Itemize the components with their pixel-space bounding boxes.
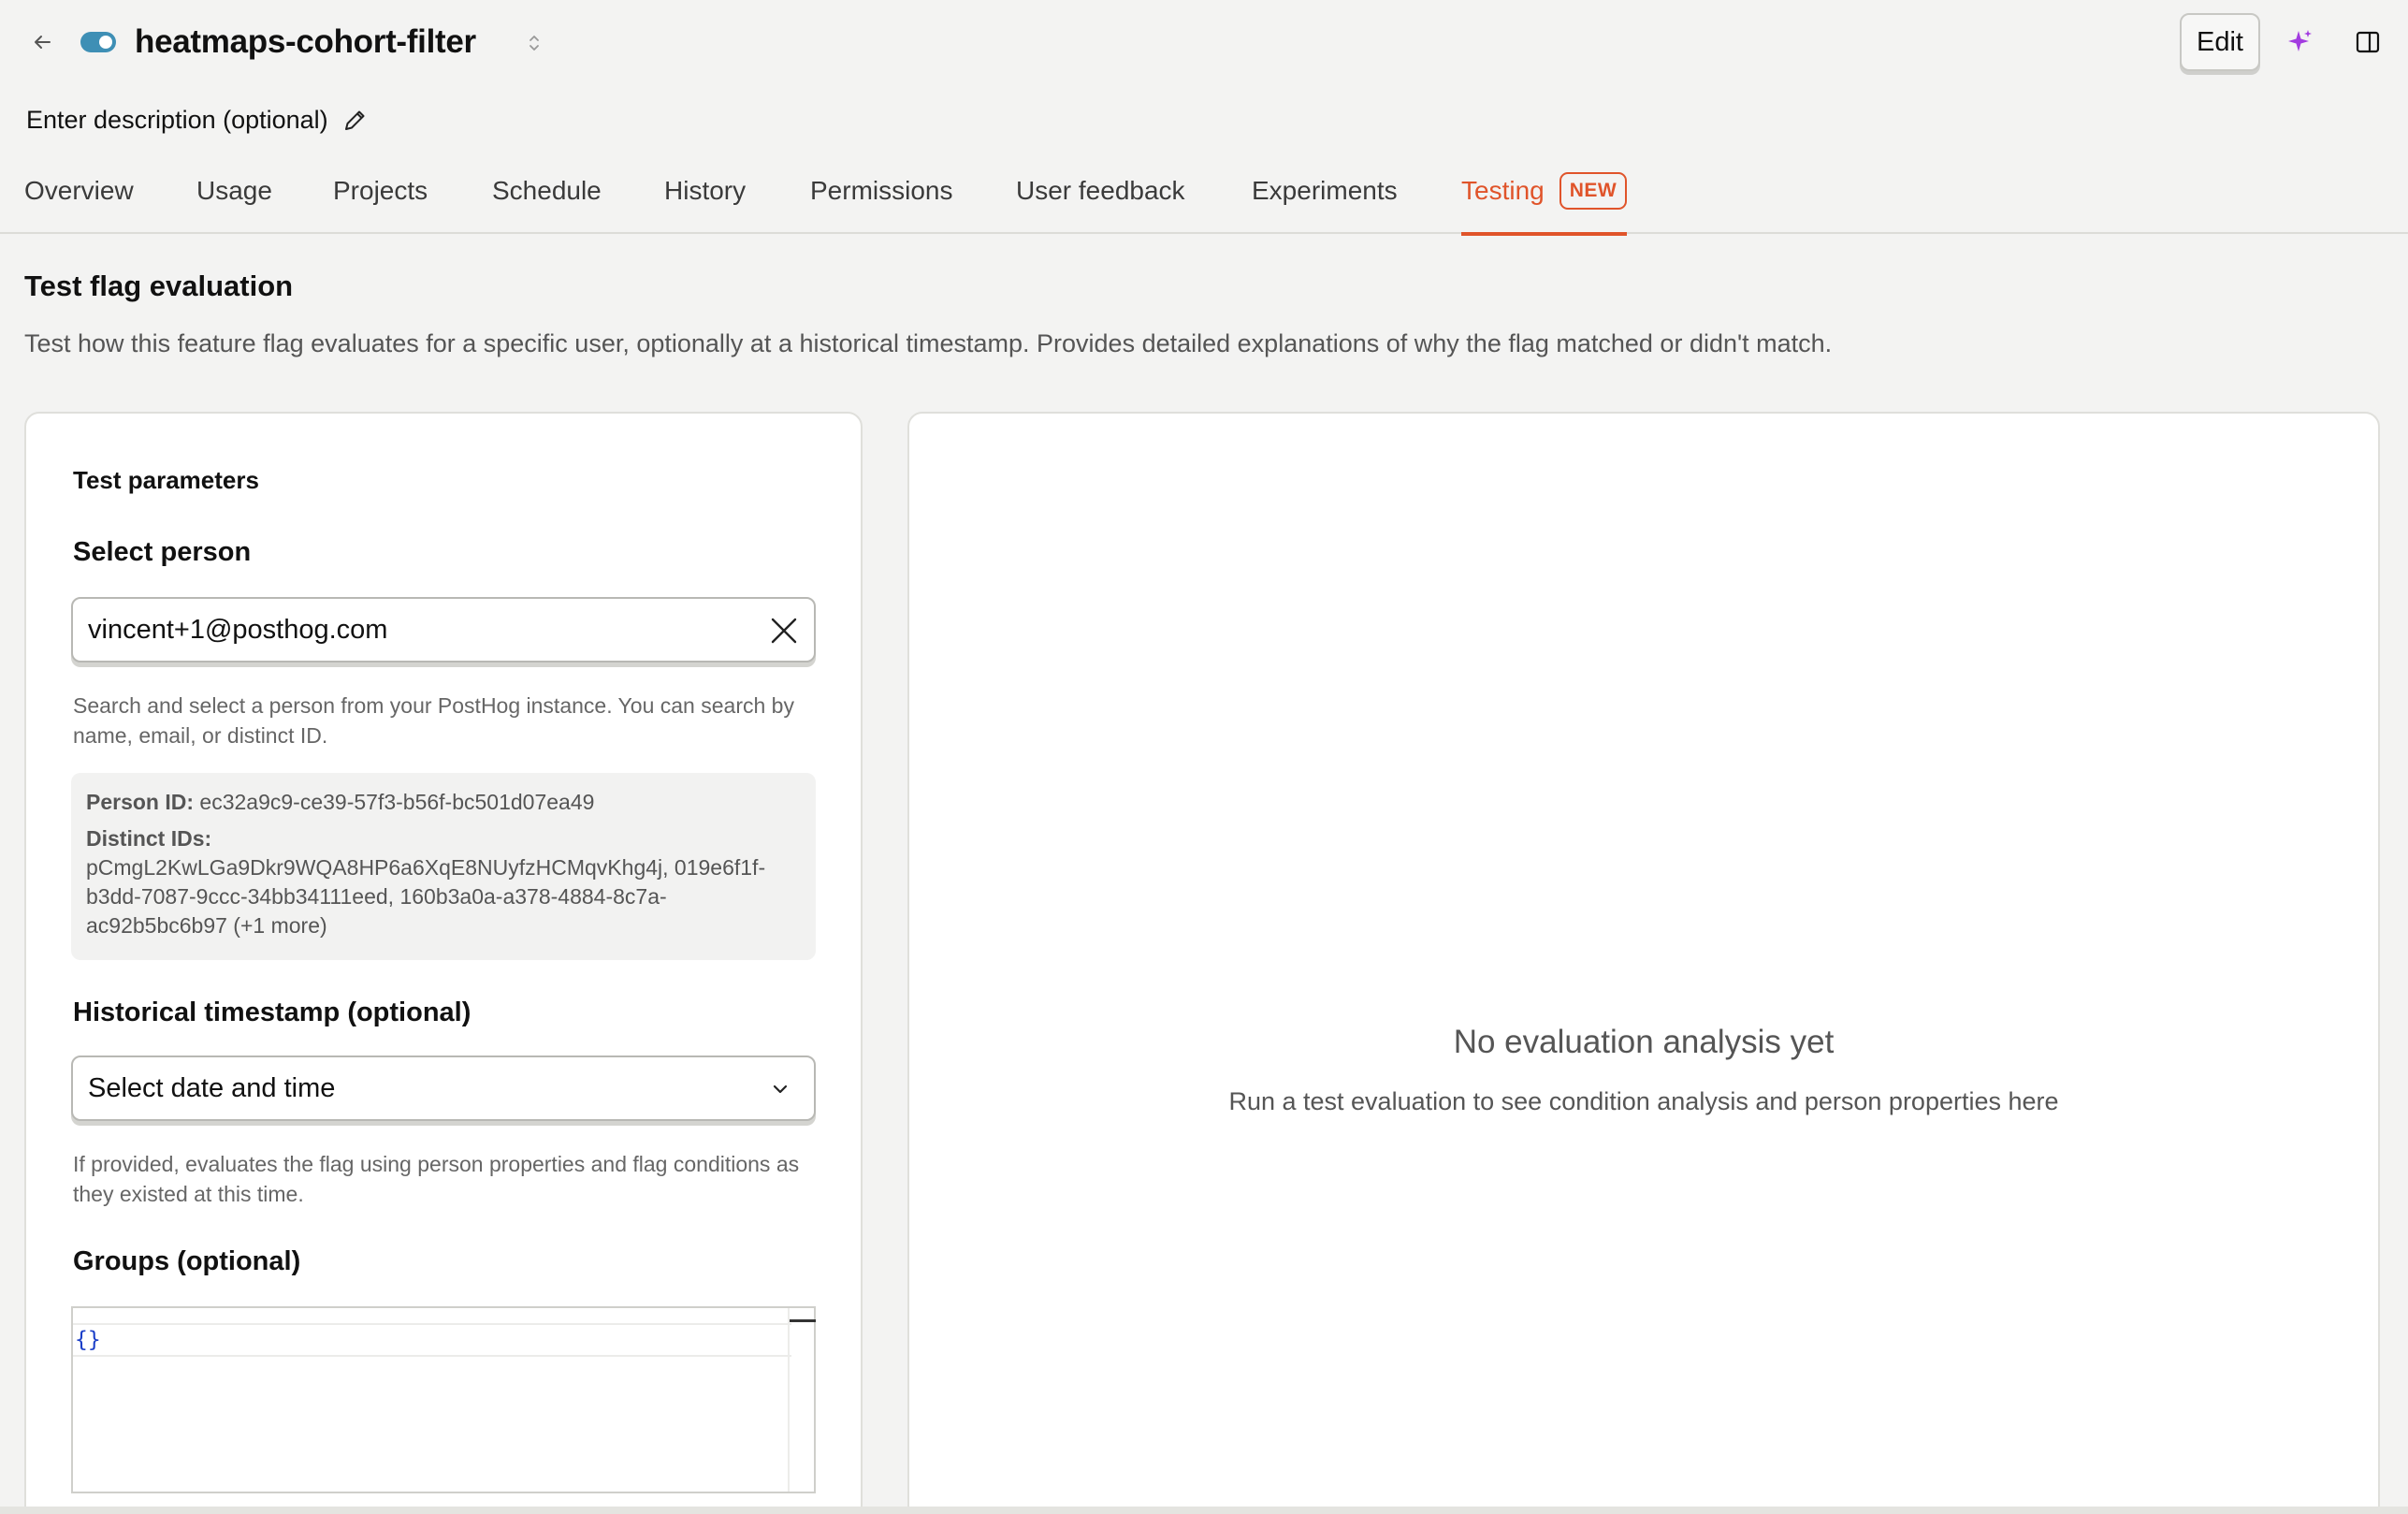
empty-state-title: No evaluation analysis yet [1453,1024,1835,1060]
tab-usage[interactable]: Usage [196,161,272,234]
sparkle-icon [2288,30,2312,51]
description-row[interactable]: Enter description (optional) [26,99,370,140]
toggle-side-panel-button[interactable] [2350,24,2386,60]
flag-enabled-toggle[interactable] [80,32,116,52]
timestamp-chevron [767,1076,793,1102]
groups-code-line[interactable]: {} [73,1323,791,1357]
side-panel-icon [2356,31,2380,53]
chevron-down-icon [773,1085,788,1094]
new-badge: NEW [1559,172,1628,210]
groups-code-editor[interactable]: {} [71,1306,816,1493]
tab-testing[interactable]: Testing NEW [1461,161,1628,236]
person-info-box: Person ID: ec32a9c9-ce39-57f3-b56f-bc501… [71,773,816,960]
flag-switcher-button[interactable] [524,30,544,56]
timestamp-label: Historical timestamp (optional) [73,997,471,1027]
person-help-text: Search and select a person from your Pos… [73,693,794,748]
back-button[interactable] [26,26,58,58]
empty-state-subtitle: Run a test evaluation to see condition a… [1228,1087,2059,1115]
person-id-value: ec32a9c9-ce39-57f3-b56f-bc501d07ea49 [199,790,595,814]
distinct-ids-label-text: Distinct IDs: [86,826,212,851]
tab-experiments[interactable]: Experiments [1252,161,1398,234]
tab-projects[interactable]: Projects [333,161,428,234]
person-id-label: Person ID: [86,790,195,814]
arrow-left-icon [35,36,51,49]
tab-permissions[interactable]: Permissions [810,161,952,234]
flag-title: heatmaps-cohort-filter [135,23,476,60]
test-parameters-title: Test parameters [73,466,259,494]
edit-button[interactable]: Edit [2180,13,2260,71]
person-search-input[interactable] [88,614,743,646]
editor-scrollbar[interactable] [788,1308,816,1492]
distinct-ids-label: Distinct IDs: [86,824,801,853]
tab-user-feedback[interactable]: User feedback [1016,161,1185,234]
description-placeholder[interactable]: Enter description (optional) [26,106,328,135]
ai-assistant-button[interactable] [2283,24,2318,60]
person-search-field[interactable] [71,597,816,662]
bottom-scroll-edge [0,1507,2408,1514]
close-icon [771,618,797,644]
pencil-icon[interactable] [341,106,370,134]
section-title: Test flag evaluation [24,269,294,302]
select-person-label: Select person [73,537,252,567]
tab-schedule[interactable]: Schedule [492,161,602,234]
timestamp-select-value: Select date and time [88,1072,336,1103]
tab-testing-label: Testing [1461,176,1545,205]
evaluation-results-card: No evaluation analysis yet Run a test ev… [907,412,2380,1514]
tab-overview[interactable]: Overview [24,161,134,234]
clear-person-button[interactable] [767,614,801,648]
groups-label: Groups (optional) [73,1246,301,1276]
timestamp-help-text: If provided, evaluates the flag using pe… [73,1152,800,1206]
tab-bar: Overview Usage Projects Schedule History… [0,161,2408,236]
test-parameters-card: Test parameters Select person Search and… [24,412,863,1514]
chevron-up-down-icon [529,36,539,51]
tab-history[interactable]: History [664,161,746,234]
top-bar: heatmaps-cohort-filter Edit [0,0,2408,86]
timestamp-select[interactable]: Select date and time [71,1055,816,1121]
person-id-row: Person ID: ec32a9c9-ce39-57f3-b56f-bc501… [86,788,801,817]
distinct-ids-value: pCmgL2KwLGa9Dkr9WQA8HP6a6XqE8NUyfzHCMqvK… [86,855,766,938]
section-description: Test how this feature flag evaluates for… [24,329,1833,357]
